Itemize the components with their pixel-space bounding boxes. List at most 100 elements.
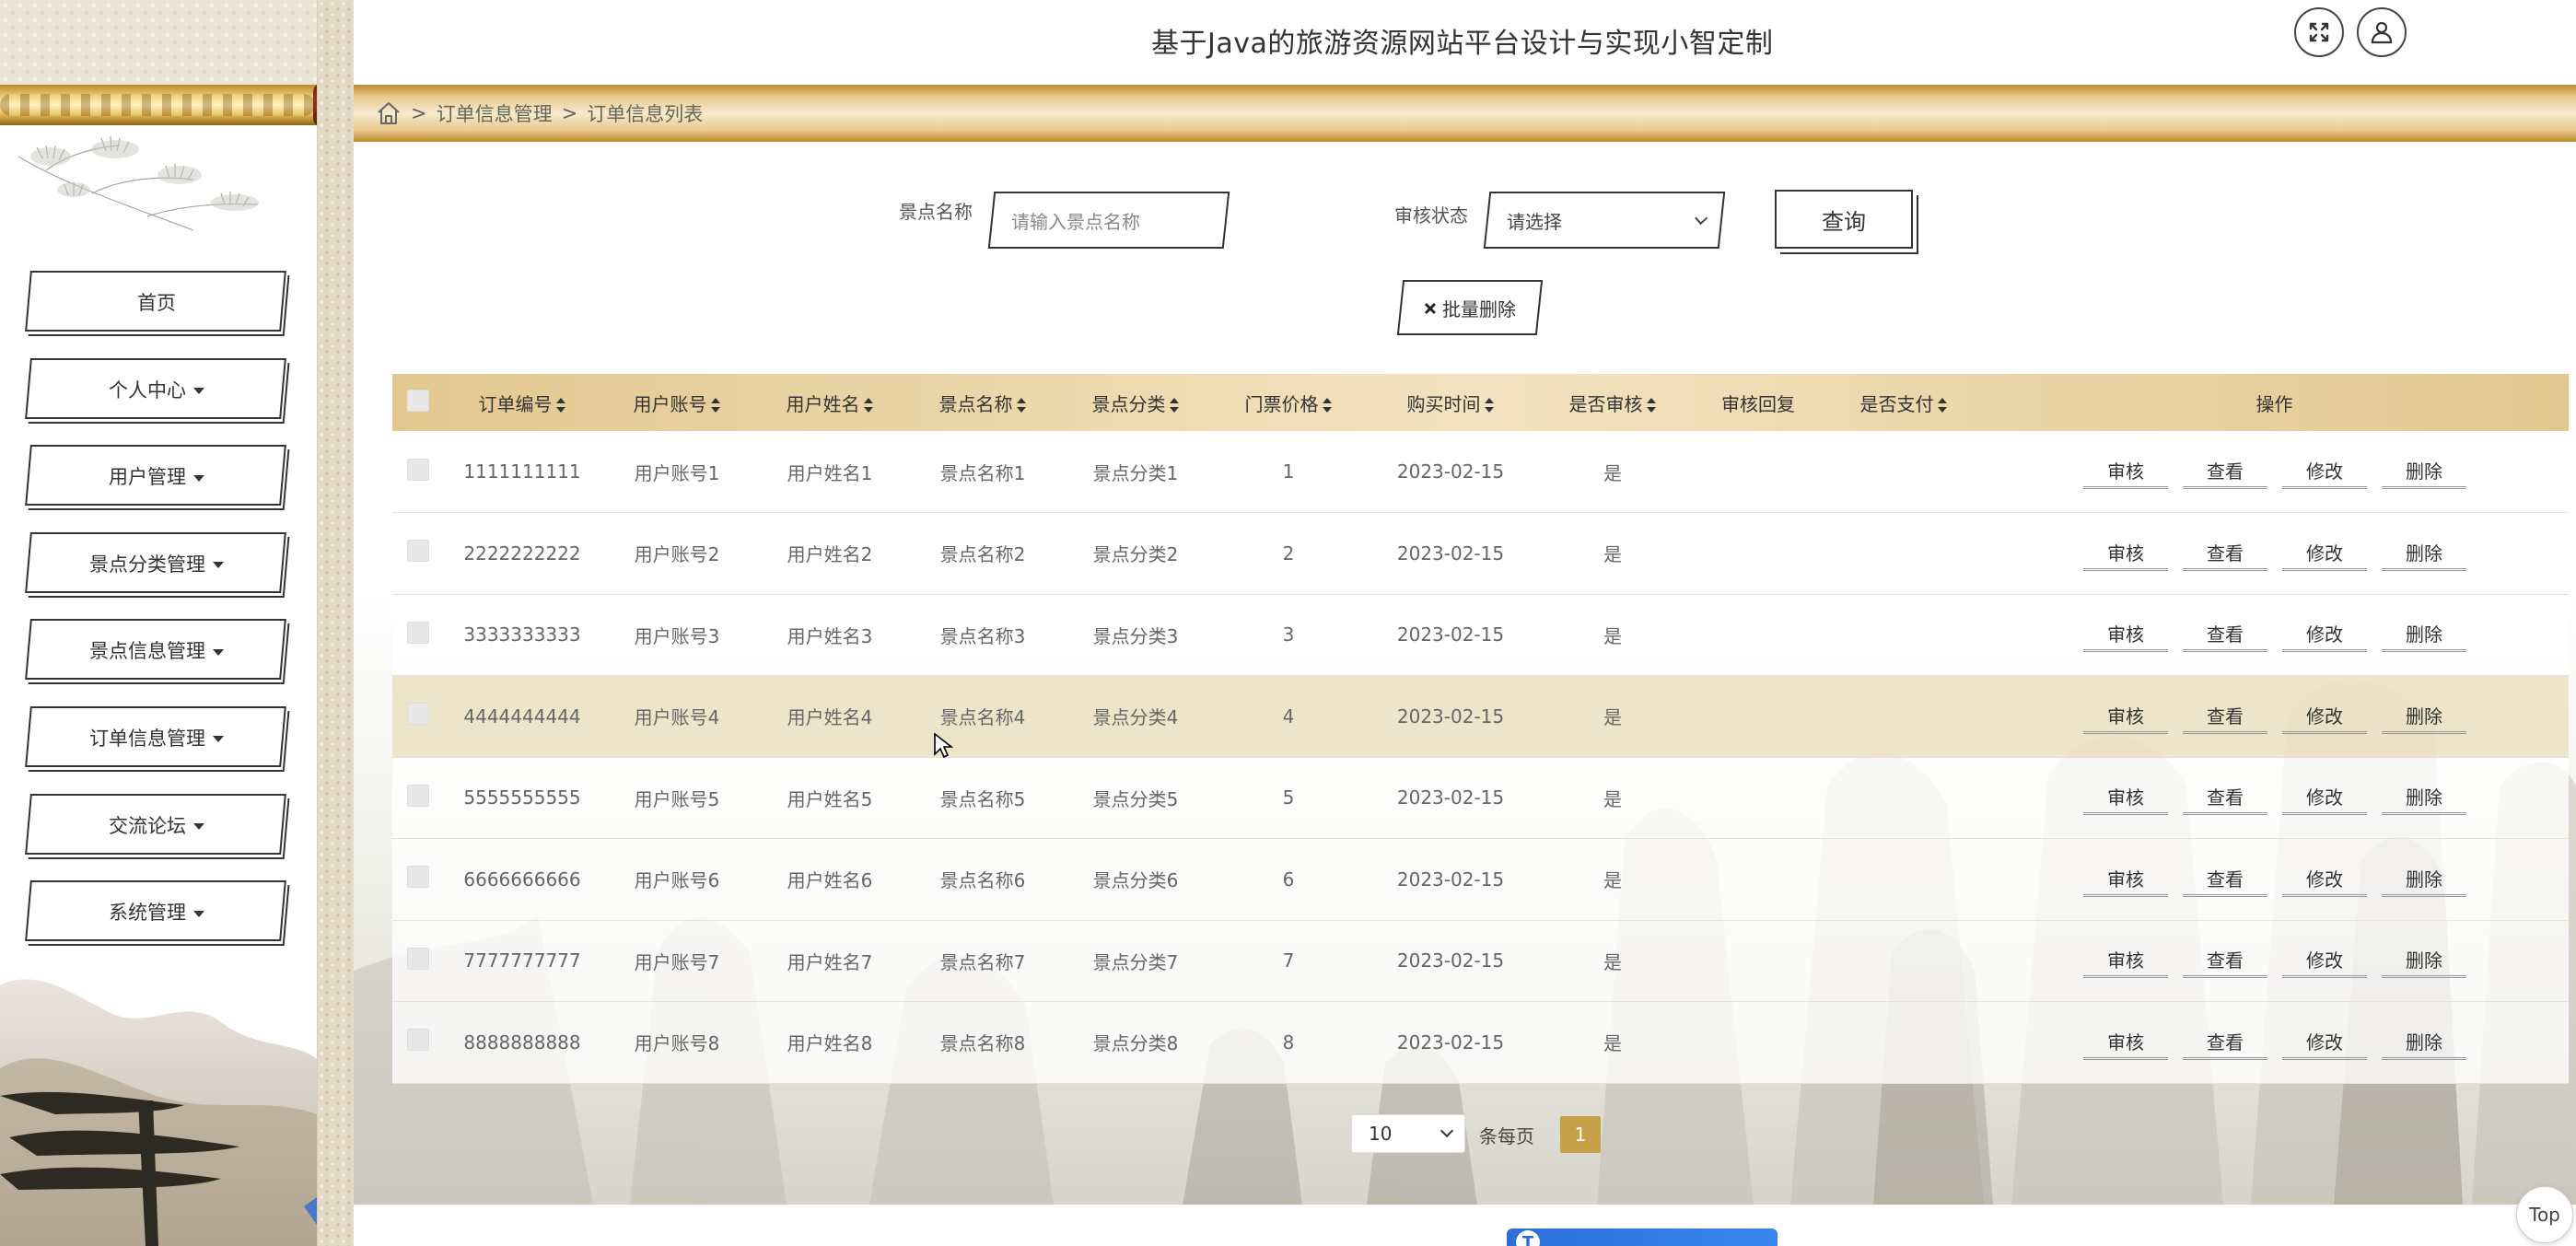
edit-button[interactable]: 修改 (2282, 699, 2367, 734)
column-header-reviewed[interactable]: 是否审核 (1536, 374, 1689, 431)
row-checkbox[interactable] (407, 1029, 429, 1052)
sidebar-item-system-management[interactable]: 系统管理 (20, 877, 293, 947)
column-header-category[interactable]: 景点分类 (1059, 374, 1212, 431)
sort-icon (1016, 398, 1026, 413)
review-button[interactable]: 审核 (2083, 699, 2168, 734)
table-row[interactable]: 8888888888 用户账号8 用户姓名8 景点名称8 景点分类8 8 2023-02-1… (392, 1001, 2569, 1083)
column-header-spot[interactable]: 景点名称 (906, 374, 1059, 431)
table-row[interactable]: 1111111111 用户账号1 用户姓名1 景点名称1 景点分类1 1 2023-02-1… (392, 431, 2569, 513)
review-button[interactable]: 审核 (2083, 943, 2168, 979)
column-header-price[interactable]: 门票价格 (1212, 374, 1365, 431)
review-button[interactable]: 审核 (2083, 780, 2168, 816)
sidebar-item-user-management[interactable]: 用户管理 (20, 441, 293, 511)
cell-category: 景点分类8 (1092, 1032, 1179, 1055)
row-checkbox[interactable] (407, 784, 429, 807)
delete-button[interactable]: 删除 (2382, 454, 2466, 489)
review-button[interactable]: 审核 (2083, 536, 2168, 571)
page-number-button[interactable]: 1 (1560, 1116, 1601, 1153)
column-header-name[interactable]: 用户姓名 (753, 374, 906, 431)
cell-name: 用户姓名3 (787, 624, 873, 647)
caret-down-icon (193, 910, 204, 917)
edit-button[interactable]: 修改 (2282, 943, 2367, 979)
cell-reviewed: 是 (1603, 1032, 1622, 1055)
user-profile-button[interactable] (2357, 7, 2407, 57)
cell-paid (1827, 676, 1980, 758)
cell-price: 5 (1282, 786, 1295, 809)
sidebar-item-personal-center[interactable]: 个人中心 (20, 355, 293, 425)
sidebar-item-home[interactable]: 首页 (20, 267, 293, 337)
view-button[interactable]: 查看 (2183, 862, 2267, 897)
page-size-select[interactable]: 10 (1351, 1114, 1465, 1153)
cell-spot: 景点名称7 (939, 950, 1026, 973)
mountain-pine-illustration (0, 979, 317, 1246)
sidebar-item-order-info-management[interactable]: 订单信息管理 (20, 703, 293, 773)
select-all-checkbox[interactable] (407, 389, 429, 412)
batch-delete-button[interactable]: 批量删除 (1396, 280, 1544, 335)
view-button[interactable]: 查看 (2183, 699, 2267, 734)
table-row[interactable]: 5555555555 用户账号5 用户姓名5 景点名称5 景点分类5 5 2023-02-1… (392, 757, 2569, 839)
row-checkbox[interactable] (407, 621, 429, 644)
delete-button[interactable]: 删除 (2382, 943, 2466, 979)
view-button[interactable]: 查看 (2183, 617, 2267, 653)
column-header-time[interactable]: 购买时间 (1365, 374, 1536, 431)
view-button[interactable]: 查看 (2183, 536, 2267, 571)
sidebar-item-label: 用户管理 (109, 466, 186, 489)
edit-button[interactable]: 修改 (2282, 1025, 2367, 1060)
sidebar-item-forum[interactable]: 交流论坛 (20, 790, 293, 860)
translate-widget[interactable]: T (1507, 1229, 1778, 1246)
pine-branch-illustration (17, 135, 259, 231)
row-checkbox[interactable] (407, 866, 429, 889)
delete-button[interactable]: 删除 (2382, 536, 2466, 571)
column-header-account[interactable]: 用户账号 (600, 374, 753, 431)
spot-name-input[interactable]: 请输入景点名称 (987, 192, 1230, 249)
edit-button[interactable]: 修改 (2282, 780, 2367, 816)
fullscreen-button[interactable] (2294, 7, 2344, 57)
table-row[interactable]: 2222222222 用户账号2 用户姓名2 景点名称2 景点分类2 2 2023-02-1… (392, 512, 2569, 594)
table-row[interactable]: 7777777777 用户账号7 用户姓名7 景点名称7 景点分类7 7 2023-02-1… (392, 920, 2569, 1002)
table-row[interactable]: 3333333333 用户账号3 用户姓名3 景点名称3 景点分类3 3 2023-02-1… (392, 594, 2569, 676)
table-row[interactable]: 6666666666 用户账号6 用户姓名6 景点名称6 景点分类6 6 2023-02-1… (392, 838, 2569, 920)
table-row[interactable]: 4444444444 用户账号4 用户姓名4 景点名称4 景点分类4 4 2023-02-1… (392, 675, 2569, 758)
home-icon[interactable] (376, 100, 402, 126)
view-button[interactable]: 查看 (2183, 943, 2267, 979)
edit-button[interactable]: 修改 (2282, 454, 2367, 489)
review-button[interactable]: 审核 (2083, 862, 2168, 897)
review-button[interactable]: 审核 (2083, 617, 2168, 653)
cell-spot: 景点名称5 (939, 787, 1026, 810)
column-header-paid[interactable]: 是否支付 (1827, 374, 1980, 431)
cell-price: 4 (1282, 705, 1295, 728)
query-button[interactable]: 查询 (1775, 190, 1913, 249)
cell-account: 用户账号8 (634, 1032, 720, 1055)
delete-button[interactable]: 删除 (2382, 617, 2466, 653)
cell-time: 2023-02-15 (1396, 868, 1505, 891)
delete-button[interactable]: 删除 (2382, 780, 2466, 816)
edit-button[interactable]: 修改 (2282, 536, 2367, 571)
row-checkbox[interactable] (407, 703, 429, 726)
view-button[interactable]: 查看 (2183, 780, 2267, 816)
view-button[interactable]: 查看 (2183, 454, 2267, 489)
cell-spot: 景点名称1 (939, 461, 1026, 484)
cell-category: 景点分类4 (1092, 706, 1179, 729)
row-checkbox[interactable] (407, 947, 429, 970)
breadcrumb-item-order-management[interactable]: 订单信息管理 (437, 99, 553, 127)
edit-button[interactable]: 修改 (2282, 862, 2367, 897)
cell-reply (1689, 757, 1827, 839)
review-button[interactable]: 审核 (2083, 1025, 2168, 1060)
sidebar-item-spot-category-management[interactable]: 景点分类管理 (20, 529, 293, 599)
delete-button[interactable]: 删除 (2382, 699, 2466, 734)
sort-icon (1646, 398, 1656, 413)
row-checkbox[interactable] (407, 540, 429, 563)
view-button[interactable]: 查看 (2183, 1025, 2267, 1060)
cell-time: 2023-02-15 (1396, 949, 1505, 972)
review-button[interactable]: 审核 (2083, 454, 2168, 489)
row-checkbox[interactable] (407, 458, 429, 481)
edit-button[interactable]: 修改 (2282, 617, 2367, 653)
sidebar-item-spot-info-management[interactable]: 景点信息管理 (20, 615, 293, 685)
column-header-order-no[interactable]: 订单编号 (444, 374, 600, 431)
back-to-top-button[interactable]: Top (2516, 1186, 2573, 1243)
review-status-select[interactable]: 请选择 (1483, 192, 1726, 249)
cell-reviewed: 是 (1603, 624, 1622, 647)
delete-button[interactable]: 删除 (2382, 862, 2466, 897)
sidebar-item-label: 订单信息管理 (89, 727, 205, 750)
delete-button[interactable]: 删除 (2382, 1025, 2466, 1060)
